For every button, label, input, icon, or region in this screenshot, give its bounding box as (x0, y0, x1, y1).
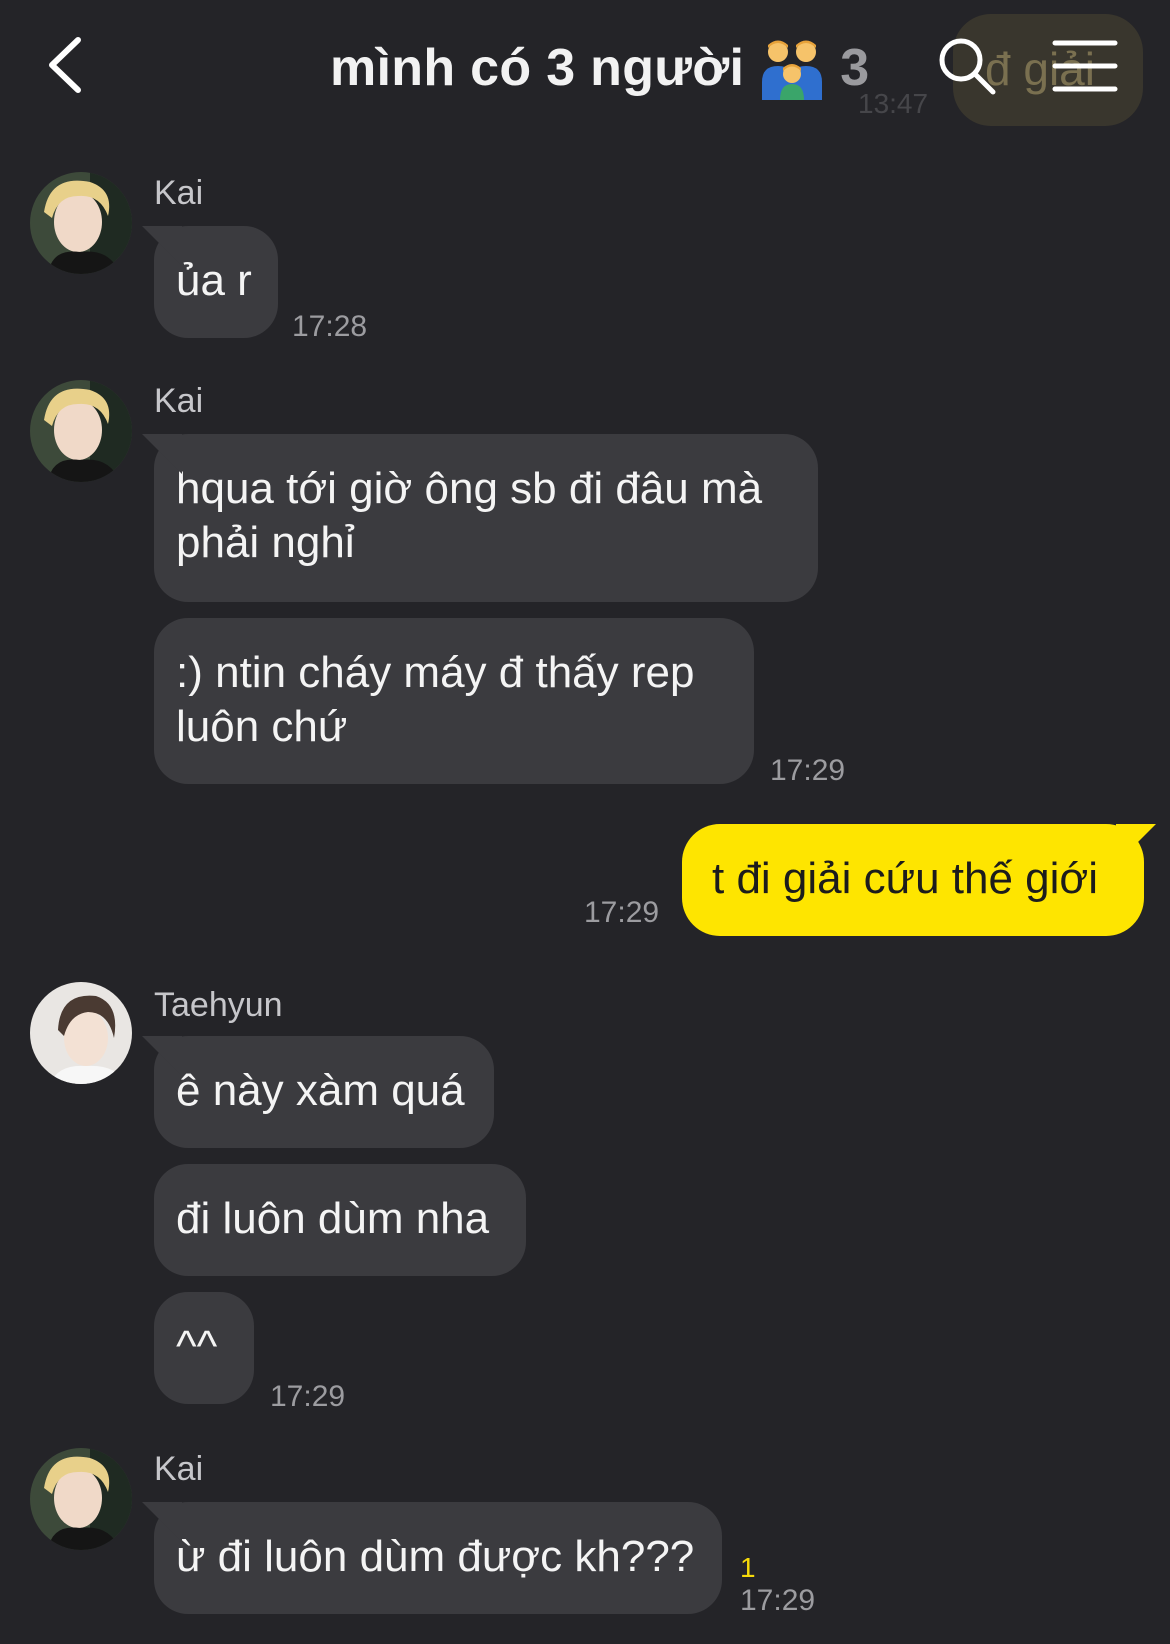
back-button[interactable] (40, 30, 100, 100)
chat-title-group[interactable]: mình có 3 người 3 (330, 28, 869, 108)
my-message-bubble[interactable]: t đi giải cứu thế giới (682, 824, 1144, 936)
chevron-left-icon (49, 37, 81, 93)
message-bubble[interactable]: :) ntin cháy máy đ thấy rep luôn chứ (154, 618, 754, 784)
chat-header: đ giải 13:47 mình có 3 người 3 (0, 0, 1170, 140)
avatar-taehyun[interactable] (30, 982, 132, 1084)
family-emoji-icon (762, 40, 823, 100)
profile-photo (30, 380, 132, 482)
profile-photo (30, 172, 132, 274)
sender-name: Kai (154, 382, 204, 420)
profile-photo (30, 1448, 132, 1550)
member-count: 3 (840, 39, 870, 97)
chat-title: mình có 3 người (330, 39, 745, 97)
sender-name: Kai (154, 1450, 204, 1488)
message-bubble[interactable]: hqua tới giờ ông sb đi đâu mà phải nghỉ (154, 434, 818, 602)
sender-name: Kai (154, 174, 204, 212)
avatar-kai[interactable] (30, 380, 132, 482)
message-bubble[interactable]: ủa r (154, 226, 278, 338)
message-bubble[interactable]: ừ đi luôn dùm được kh??? (154, 1502, 722, 1614)
search-icon (939, 38, 996, 95)
message-time: 17:29 (740, 1584, 816, 1617)
message-bubble[interactable]: ^^ (154, 1292, 254, 1404)
message-bubble[interactable]: đi luôn dùm nha (154, 1164, 526, 1276)
search-button[interactable] (935, 34, 999, 98)
unread-count: 1 (740, 1552, 756, 1583)
avatar-kai[interactable] (30, 1448, 132, 1550)
avatar-kai[interactable] (30, 172, 132, 274)
message-time: 17:29 (770, 754, 846, 787)
message-time: 17:28 (292, 310, 368, 343)
sender-name: Taehyun (154, 986, 283, 1024)
message-bubble[interactable]: ê này xàm quá (154, 1036, 494, 1148)
message-time: 17:29 (270, 1380, 346, 1413)
message-time: 17:29 (584, 896, 660, 929)
profile-photo (30, 982, 132, 1084)
hamburger-menu-icon (1052, 40, 1118, 92)
menu-button[interactable] (1052, 38, 1118, 94)
